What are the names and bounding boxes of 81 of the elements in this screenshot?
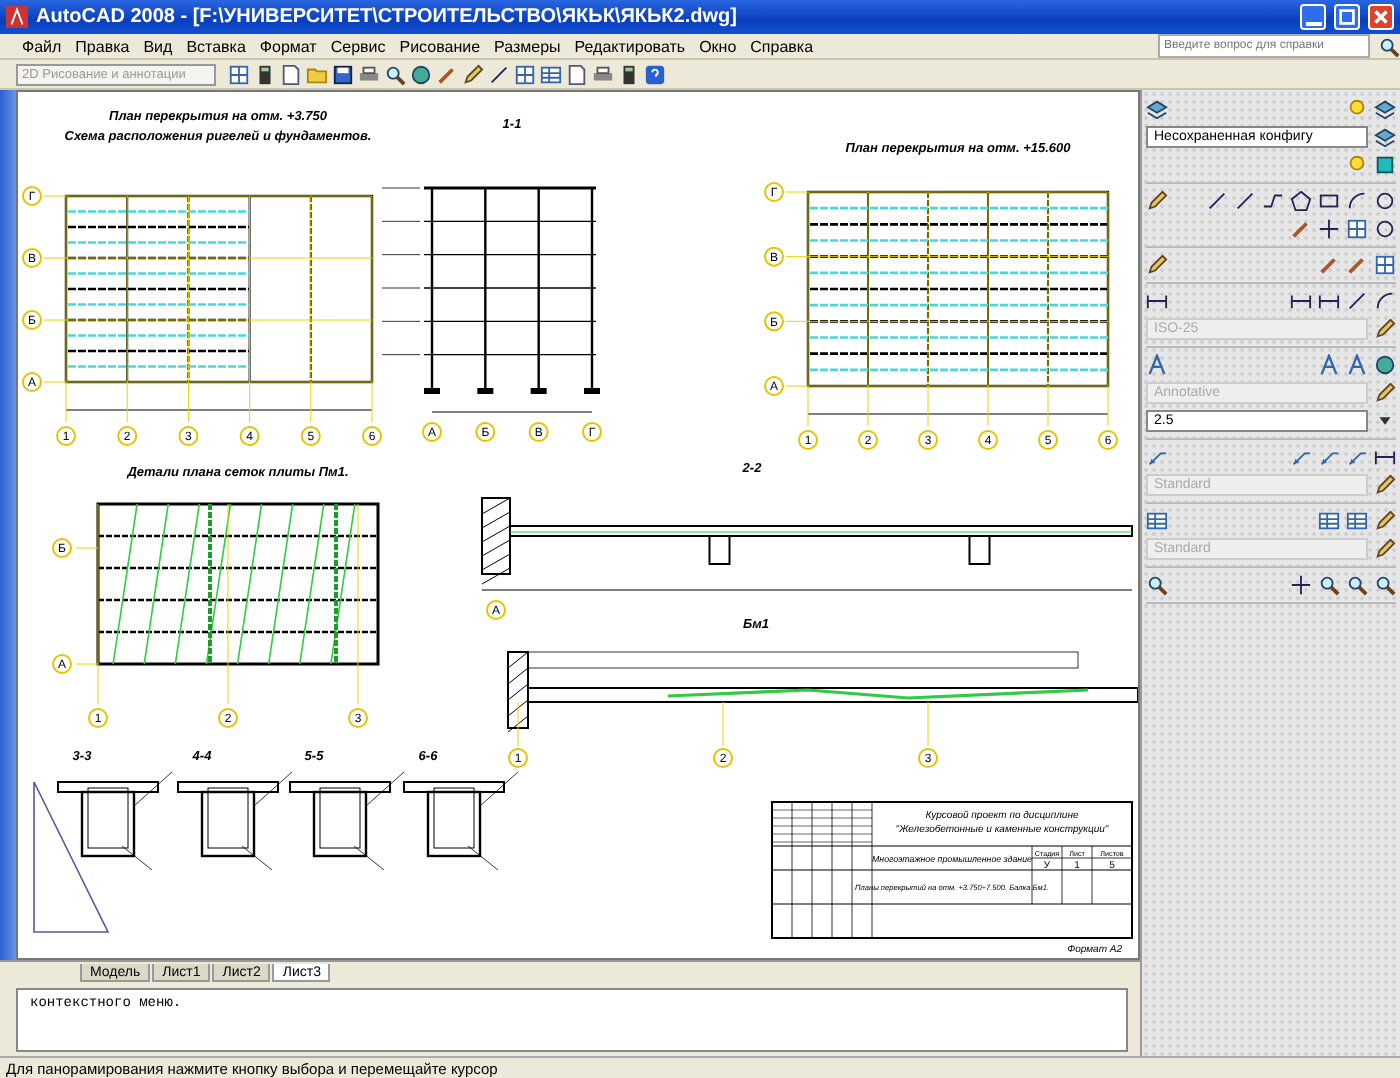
beam-cross-section-drawing bbox=[403, 771, 519, 871]
grid-icon[interactable] bbox=[1374, 254, 1396, 276]
line-icon[interactable] bbox=[488, 63, 510, 85]
dimension-icon[interactable] bbox=[1318, 290, 1340, 312]
leader-icon[interactable] bbox=[1318, 446, 1340, 468]
dimension-icon[interactable] bbox=[1290, 290, 1312, 312]
printer-icon[interactable] bbox=[358, 63, 380, 85]
layers-icon bbox=[1146, 98, 1168, 120]
menu-item[interactable]: Формат bbox=[253, 37, 323, 55]
beam-cross-section-drawing bbox=[177, 771, 293, 871]
color-square-icon[interactable] bbox=[1374, 154, 1396, 176]
table-icon[interactable] bbox=[1346, 510, 1368, 532]
grid-icon[interactable] bbox=[228, 63, 250, 85]
circle-icon[interactable] bbox=[1374, 218, 1396, 240]
maximize-icon bbox=[1336, 6, 1358, 28]
grid-icon[interactable] bbox=[1346, 218, 1368, 240]
menu-item[interactable]: Редактировать bbox=[568, 37, 692, 55]
menu-item[interactable]: Вид bbox=[137, 37, 179, 55]
leader-icon bbox=[1146, 446, 1168, 468]
menu-item[interactable]: Справка bbox=[744, 37, 820, 55]
pencil-icon[interactable] bbox=[1374, 382, 1396, 404]
zoom-icon[interactable] bbox=[1318, 574, 1340, 596]
line-icon[interactable] bbox=[1346, 290, 1368, 312]
beam-cross-section-drawing bbox=[57, 771, 173, 871]
table-icon[interactable] bbox=[540, 63, 562, 85]
text-icon[interactable] bbox=[1346, 354, 1368, 376]
magnifier-icon bbox=[1146, 574, 1168, 596]
leader-icon[interactable] bbox=[1346, 446, 1368, 468]
pencil-icon[interactable] bbox=[462, 63, 484, 85]
calculator-icon[interactable] bbox=[254, 63, 276, 85]
minimize-button[interactable] bbox=[1300, 4, 1326, 30]
magnifier-icon[interactable] bbox=[384, 63, 406, 85]
circle-icon[interactable] bbox=[1374, 190, 1396, 212]
menu-item[interactable]: Вставка bbox=[180, 37, 252, 55]
close-button[interactable] bbox=[1368, 4, 1394, 30]
page-icon[interactable] bbox=[566, 63, 588, 85]
minimize-icon bbox=[1305, 21, 1321, 25]
pencil-icon bbox=[1146, 190, 1168, 212]
table-icon bbox=[1146, 510, 1168, 532]
menu-item[interactable]: Правка bbox=[69, 37, 136, 55]
printer-icon[interactable] bbox=[592, 63, 614, 85]
zoom-icon[interactable] bbox=[1346, 574, 1368, 596]
text-icon bbox=[1146, 354, 1168, 376]
layers-icon[interactable] bbox=[1374, 126, 1396, 148]
help-icon[interactable] bbox=[644, 63, 666, 85]
page-icon[interactable] bbox=[280, 63, 302, 85]
polygon-icon[interactable] bbox=[1290, 190, 1312, 212]
close-icon bbox=[1370, 6, 1392, 28]
menu-item[interactable]: Окно bbox=[693, 37, 743, 55]
move-icon[interactable] bbox=[1290, 574, 1312, 596]
grid-icon[interactable] bbox=[514, 63, 536, 85]
text-icon[interactable] bbox=[1318, 354, 1340, 376]
move-icon[interactable] bbox=[1318, 218, 1340, 240]
leader-icon[interactable] bbox=[1290, 446, 1312, 468]
pencil-icon[interactable] bbox=[1374, 510, 1396, 532]
table-icon[interactable] bbox=[1318, 510, 1340, 532]
menu-item[interactable]: Размеры bbox=[488, 37, 567, 55]
arc-icon[interactable] bbox=[1346, 190, 1368, 212]
line-icon[interactable] bbox=[1206, 190, 1228, 212]
dimension-icon bbox=[1146, 290, 1168, 312]
arc-icon[interactable] bbox=[1374, 290, 1396, 312]
window-title: AutoCAD 2008 - [F:\УНИВЕРСИТЕТ\СТРОИТЕЛЬСТВО\ЯКЬК\ЯКЬК2.dwg] bbox=[36, 6, 739, 28]
maximize-button[interactable] bbox=[1334, 4, 1360, 30]
pencil-icon[interactable] bbox=[1374, 474, 1396, 496]
polyline-icon[interactable] bbox=[1262, 190, 1284, 212]
pencil-icon[interactable] bbox=[1374, 318, 1396, 340]
zoom-icon[interactable] bbox=[1374, 574, 1396, 596]
layers-icon[interactable] bbox=[1374, 98, 1396, 120]
menu-item[interactable]: Рисование bbox=[393, 37, 487, 55]
line-icon[interactable] bbox=[1234, 190, 1256, 212]
menu-item[interactable]: Сервис bbox=[324, 37, 392, 55]
rectangle-icon[interactable] bbox=[1318, 190, 1340, 212]
app-logo-icon bbox=[6, 6, 28, 28]
calculator-icon[interactable] bbox=[618, 63, 640, 85]
menu-item[interactable]: Файл bbox=[16, 37, 68, 55]
search-icon[interactable] bbox=[1378, 35, 1400, 57]
save-icon[interactable] bbox=[332, 63, 354, 85]
beam-cross-section-drawing bbox=[289, 771, 405, 871]
pencil-icon[interactable] bbox=[1374, 538, 1396, 560]
pencil-icon bbox=[1146, 254, 1168, 276]
dimension-icon[interactable] bbox=[1374, 446, 1396, 468]
